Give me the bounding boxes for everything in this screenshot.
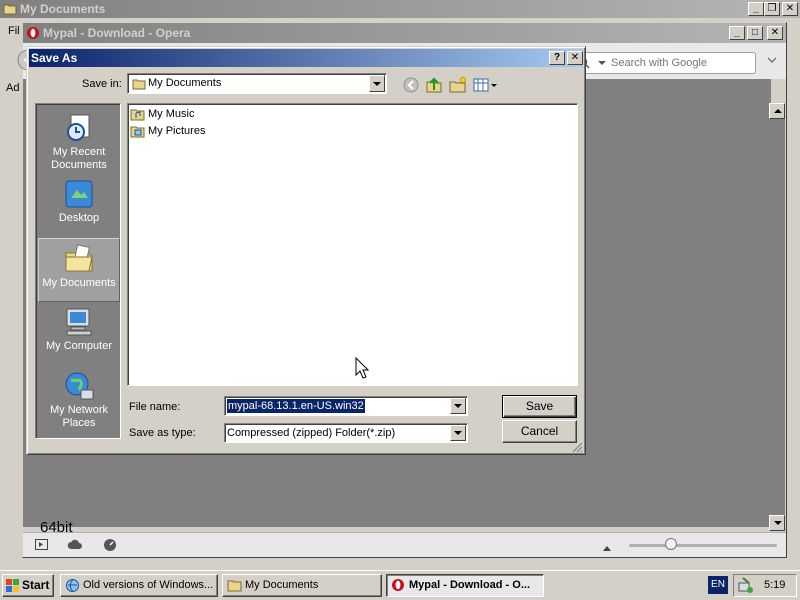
- my-documents-title: My Documents: [20, 2, 106, 16]
- chevron-down-icon: [454, 431, 462, 435]
- my-documents-icon: [65, 244, 93, 272]
- language-indicator[interactable]: EN: [708, 576, 728, 594]
- save-in-value: My Documents: [148, 77, 222, 89]
- cancel-button[interactable]: Cancel: [502, 420, 577, 443]
- places-bar: My Recent Documents Desktop My Documents…: [35, 103, 121, 439]
- task-mypal-download-opera[interactable]: Mypal - Download - O...: [386, 574, 544, 597]
- place-my-computer[interactable]: My Computer: [38, 302, 120, 366]
- opera-scrollbar[interactable]: [769, 103, 785, 531]
- scroll-up-button[interactable]: [769, 103, 785, 119]
- tab-menu-chevron-icon[interactable]: [767, 55, 777, 67]
- turbo-cloud-icon[interactable]: [67, 539, 83, 553]
- taskbar: Start Old versions of Windows... My Docu…: [0, 570, 800, 600]
- file-list[interactable]: My Music My Pictures: [127, 103, 578, 386]
- place-label: My Network Places: [49, 404, 109, 429]
- bg-restore-button[interactable]: ❐: [764, 2, 780, 16]
- opera-icon: [392, 579, 404, 591]
- place-label: My Recent Documents: [51, 146, 107, 171]
- up-one-level-icon[interactable]: [425, 76, 443, 97]
- my-computer-icon: [66, 308, 92, 336]
- folder-icon: [132, 77, 146, 93]
- start-button[interactable]: Start: [2, 574, 54, 597]
- task-label: Old versions of Windows...: [83, 579, 214, 591]
- music-folder-icon: [130, 109, 145, 121]
- task-label: Mypal - Download - O...: [409, 579, 530, 591]
- file-name-input[interactable]: mypal-68.13.1.en-US.win32: [224, 396, 468, 416]
- clock: 5:19: [764, 579, 786, 591]
- desktop-icon: [65, 180, 93, 208]
- chevron-down-icon: [373, 82, 381, 86]
- list-item[interactable]: My Music: [130, 106, 194, 122]
- network-places-icon: [65, 372, 94, 400]
- task-my-documents[interactable]: My Documents: [222, 574, 382, 597]
- system-tray: 5:19: [733, 574, 797, 597]
- task-label: My Documents: [245, 579, 319, 591]
- search-input[interactable]: [611, 56, 751, 70]
- save-type-select[interactable]: Compressed (zipped) Folder(*.zip): [224, 423, 468, 443]
- back-arrow-icon[interactable]: [403, 77, 419, 96]
- scroll-down-icon: [774, 521, 782, 525]
- speed-dial-gauge-icon[interactable]: [103, 538, 117, 554]
- start-label: Start: [22, 578, 50, 592]
- folder-icon: [3, 2, 17, 20]
- resize-grip-icon[interactable]: [571, 441, 583, 456]
- save-as-dialog: Save As ? ✕ Save in: My Documents My Rec…: [26, 46, 586, 455]
- save-button[interactable]: Save: [502, 395, 577, 418]
- file-name-dropdown-button[interactable]: [450, 398, 466, 414]
- list-item[interactable]: My Pictures: [130, 123, 205, 139]
- save-in-label: Save in:: [82, 78, 122, 90]
- bg-minimize-button[interactable]: _: [748, 2, 764, 16]
- dialog-close-button[interactable]: ✕: [567, 51, 583, 65]
- zoom-menu-arrow-icon[interactable]: [603, 542, 611, 554]
- scroll-down-button[interactable]: [769, 515, 785, 531]
- windows-logo-icon: [6, 579, 19, 592]
- folder-icon: [227, 580, 242, 592]
- pictures-folder-icon: [130, 126, 145, 138]
- place-my-documents[interactable]: My Documents: [38, 238, 120, 302]
- chevron-down-icon: [454, 404, 462, 408]
- place-label: Desktop: [58, 212, 100, 224]
- place-my-network-places[interactable]: My Network Places: [38, 366, 120, 436]
- browser-page-icon: [66, 579, 79, 592]
- save-in-combo[interactable]: My Documents: [127, 73, 387, 94]
- zoom-slider-thumb[interactable]: [665, 538, 677, 550]
- zoom-slider-track[interactable]: [629, 544, 777, 547]
- help-button[interactable]: ?: [549, 51, 565, 65]
- opera-titlebar[interactable]: Mypal - Download - Opera: [23, 23, 786, 43]
- save-type-value: Compressed (zipped) Folder(*.zip): [227, 427, 396, 439]
- google-search-box[interactable]: [572, 52, 756, 74]
- file-name: My Music: [148, 108, 195, 120]
- bg-close-button[interactable]: ✕: [782, 2, 798, 16]
- search-engine-dropdown-icon[interactable]: [598, 61, 606, 65]
- file-name-label: File name:: [129, 401, 181, 413]
- save-in-dropdown-button[interactable]: [369, 75, 385, 92]
- scroll-up-icon: [774, 109, 782, 113]
- place-my-recent-documents[interactable]: My Recent Documents: [38, 108, 120, 172]
- panel-toggle-icon[interactable]: [35, 539, 48, 553]
- opera-maximize-button[interactable]: □: [747, 26, 763, 40]
- save-type-label: Save as type:: [129, 427, 196, 439]
- network-tray-icon[interactable]: [738, 577, 754, 597]
- recent-documents-icon: [67, 114, 90, 141]
- new-folder-icon[interactable]: [449, 76, 467, 97]
- save-as-titlebar[interactable]: Save As: [29, 49, 583, 67]
- opera-minimize-button[interactable]: _: [729, 26, 745, 40]
- views-menu-icon[interactable]: [473, 77, 497, 96]
- place-desktop[interactable]: Desktop: [38, 174, 120, 238]
- file-name: My Pictures: [148, 125, 206, 137]
- file-name-value: mypal-68.13.1.en-US.win32: [227, 399, 365, 413]
- my-documents-titlebar[interactable]: My Documents: [0, 0, 800, 18]
- place-label: My Computer: [45, 340, 113, 352]
- opera-title: Mypal - Download - Opera: [43, 26, 191, 40]
- task-old-versions-of-windows[interactable]: Old versions of Windows...: [60, 574, 218, 597]
- save-as-title: Save As: [31, 51, 78, 65]
- mouse-cursor-icon: [355, 356, 370, 382]
- bg-address-label: Ad: [6, 82, 20, 94]
- save-type-dropdown-button[interactable]: [450, 425, 466, 441]
- place-label: My Documents: [42, 277, 116, 289]
- opera-status-bar: [23, 532, 786, 557]
- opera-close-button[interactable]: ✕: [767, 26, 783, 40]
